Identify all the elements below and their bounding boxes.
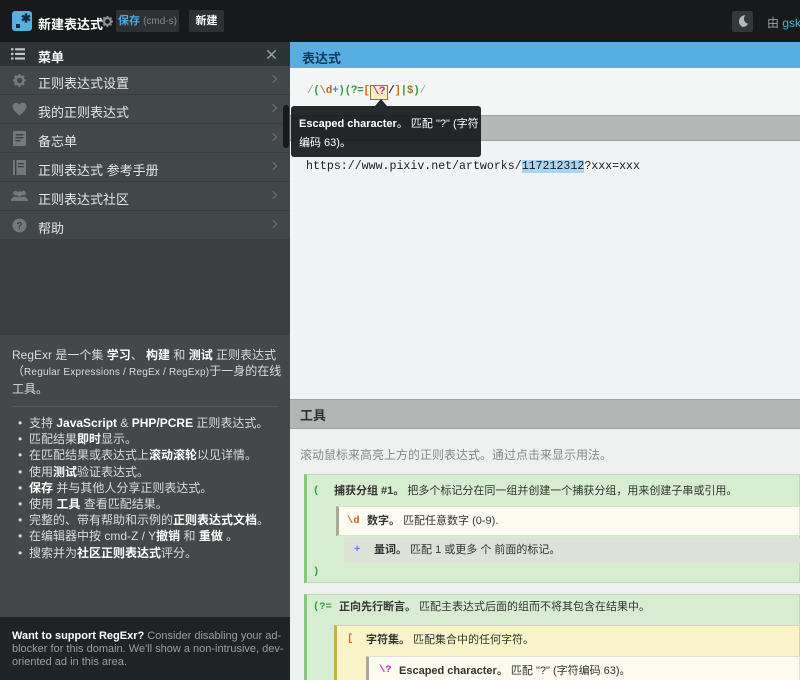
svg-text:?: ? [16,221,22,232]
